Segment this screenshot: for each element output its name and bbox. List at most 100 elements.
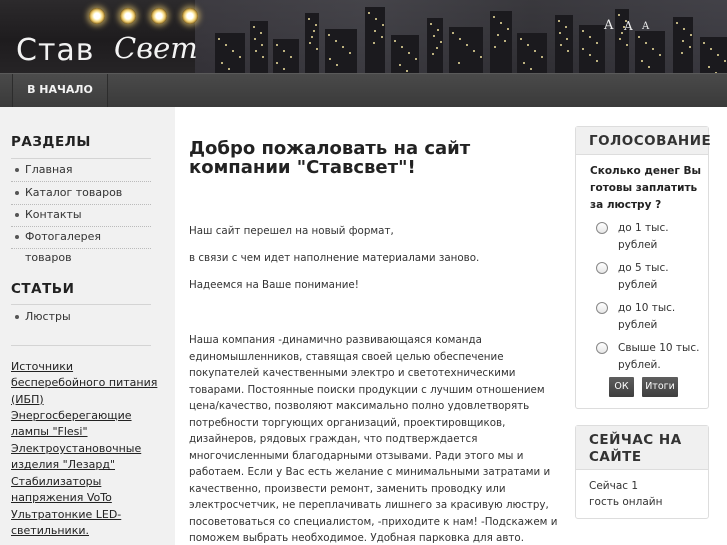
radio-button[interactable] — [596, 222, 608, 234]
poll-option-label: Свыше 10 тыс. рублей. — [618, 342, 700, 371]
logo-text-stav: Став — [16, 33, 95, 68]
menu-item-contacts[interactable]: Контакты — [11, 204, 151, 227]
nav-home[interactable]: В НАЧАЛО — [12, 74, 108, 108]
main-content: Добро пожаловать на сайт компании "Ставс… — [189, 139, 564, 177]
skyline-window — [659, 54, 661, 56]
left-sidebar: РАЗДЕЛЫ Главная Каталог товаров Контакты… — [0, 107, 175, 545]
skyline-window — [399, 64, 401, 66]
link-line: бесперебойного питания — [11, 376, 158, 390]
divider — [11, 345, 151, 346]
skyline-window — [232, 50, 234, 52]
skyline-window — [276, 62, 278, 64]
skyline-window — [458, 62, 460, 64]
poll-module: ГОЛОСОВАНИЕ Сколько денег Вы готовы запл… — [575, 126, 711, 409]
skyline-window — [648, 66, 650, 68]
skyline-window — [328, 34, 330, 36]
skyline-building — [490, 11, 512, 73]
font-size-decrease[interactable]: A — [642, 21, 649, 32]
skyline-window — [619, 38, 621, 40]
skyline-building — [365, 7, 385, 73]
skyline-window — [567, 50, 569, 52]
skyline-window — [276, 44, 278, 46]
font-size-increase[interactable]: A — [604, 18, 613, 33]
skyline-window — [283, 68, 285, 70]
divider — [11, 304, 151, 305]
skyline-window — [530, 68, 532, 70]
skyline-window — [308, 18, 310, 20]
skyline-window — [430, 23, 432, 25]
skyline-window — [683, 28, 685, 30]
skyline-window — [459, 38, 461, 40]
results-button[interactable]: Итоги — [642, 377, 678, 397]
skyline-window — [493, 16, 495, 18]
skyline-window — [394, 40, 396, 42]
skyline-window — [290, 56, 292, 58]
skyline-window — [497, 34, 499, 36]
poll-header: ГОЛОСОВАНИЕ — [576, 127, 711, 155]
intro-paragraph-2: в связи с чем идет наполнение материалам… — [189, 252, 480, 264]
menu-item-home[interactable]: Главная — [11, 159, 151, 182]
skyline-window — [406, 70, 408, 72]
skyline-window — [225, 44, 227, 46]
skyline-window — [708, 66, 710, 68]
skyline-window — [228, 68, 230, 70]
skyline-building — [427, 18, 443, 73]
skyline-window — [253, 26, 255, 28]
page-title: Добро пожаловать на сайт компании "Ставс… — [189, 138, 471, 178]
skyline-window — [558, 20, 560, 22]
skyline-window — [589, 36, 591, 38]
articles-heading: СТАТЬИ — [11, 281, 75, 297]
link-energy-lamps[interactable]: Энергосберегающие лампы "Flesi" — [11, 408, 171, 441]
vote-button[interactable]: ОК — [609, 377, 634, 397]
skyline-window — [638, 36, 640, 38]
skyline-building — [579, 25, 605, 73]
skyline-window — [218, 38, 220, 40]
skyline-window — [437, 29, 439, 31]
link-electrical-fittings[interactable]: Электроустановочные изделия "Лезард" — [11, 441, 171, 474]
link-line: (ИБП) — [11, 392, 44, 406]
skyline-window — [433, 35, 435, 37]
skyline-window — [689, 46, 691, 48]
online-guests: гость онлайн — [589, 496, 663, 508]
bulb-icon — [182, 8, 198, 24]
link-led-lights[interactable]: Ультратонкие LED- светильники. — [11, 507, 171, 540]
skyline-building — [555, 15, 573, 73]
link-line: Электроустановочные — [11, 442, 142, 455]
menu-item-chandeliers[interactable]: Люстры — [11, 306, 151, 329]
skyline-window — [382, 24, 384, 26]
skyline-window — [566, 38, 568, 40]
skyline-window — [717, 54, 719, 56]
link-stabilizers[interactable]: Стабилизаторы напряжения VoTo — [11, 474, 171, 507]
skyline-window — [336, 64, 338, 66]
skyline-window — [313, 30, 315, 32]
online-module: СЕЙЧАС НА САЙТЕ Сейчас 1 гость онлайн — [575, 425, 709, 519]
menu-item-gallery[interactable]: Фотогалерея товаров — [11, 226, 151, 264]
radio-button[interactable] — [596, 342, 608, 354]
skyline-window — [626, 44, 628, 46]
skyline-window — [335, 40, 337, 42]
skyline-window — [507, 28, 509, 30]
font-size-reset[interactable]: A — [624, 19, 633, 33]
skyline-window — [239, 56, 241, 58]
site-logo[interactable]: Став Свет — [14, 5, 214, 73]
skyline-window — [621, 32, 623, 34]
skyline-building — [700, 37, 727, 73]
skyline-window — [262, 56, 264, 58]
radio-button[interactable] — [596, 262, 608, 274]
link-line: изделия "Лезард" — [11, 458, 116, 472]
menu-item-catalog[interactable]: Каталог товаров — [11, 182, 151, 205]
skyline-window — [560, 44, 562, 46]
bulb-icon — [151, 8, 167, 24]
skyline-window — [221, 62, 223, 64]
skyline-building — [673, 17, 693, 73]
skyline-window — [342, 46, 344, 48]
skyline-window — [703, 42, 705, 44]
city-skyline-image — [195, 0, 727, 73]
online-count: Сейчас 1 — [589, 480, 639, 492]
intro-paragraph-1: Наш сайт перешел на новый формат, — [189, 225, 394, 237]
link-ups[interactable]: Источники бесперебойного питания (ИБП) — [11, 359, 171, 408]
radio-button[interactable] — [596, 302, 608, 314]
skyline-building — [215, 33, 245, 73]
skyline-window — [559, 32, 561, 34]
skyline-window — [309, 42, 311, 44]
